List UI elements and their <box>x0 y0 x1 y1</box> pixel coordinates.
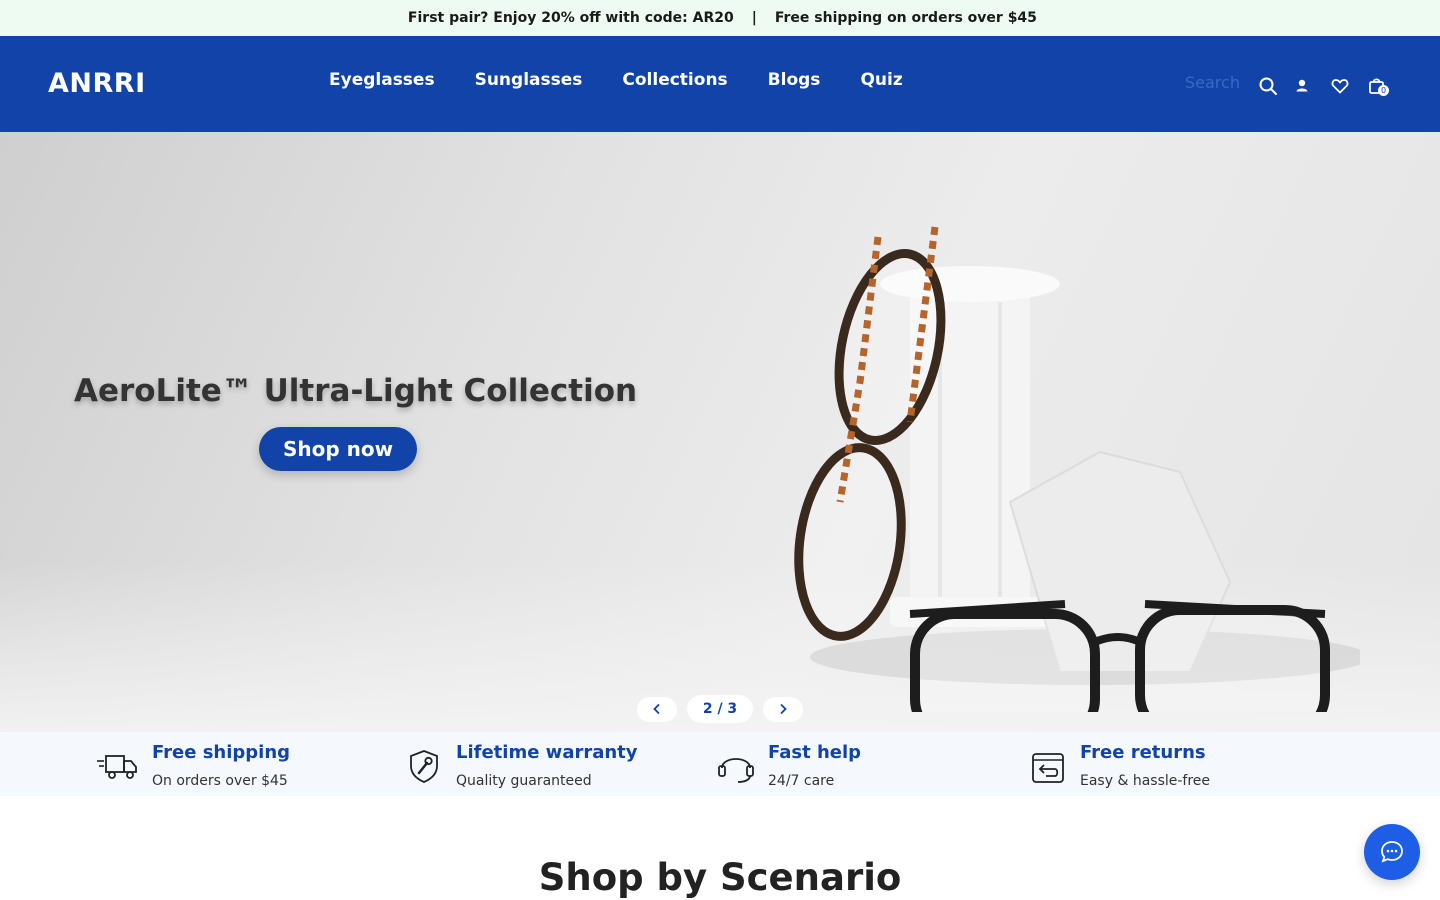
headset-icon <box>718 758 754 783</box>
shipping-text: Free shipping on orders over $45 <box>774 10 1037 26</box>
return-box-icon <box>1032 753 1064 783</box>
nav-sunglasses[interactable]: Sunglasses <box>475 70 583 90</box>
section-title: Shop by Scenario <box>538 856 902 899</box>
slide-pager: 2 / 3 <box>637 695 803 723</box>
slide-prev-button[interactable] <box>637 696 677 722</box>
chat-button[interactable] <box>1364 824 1420 880</box>
search-area <box>1185 73 1251 92</box>
search-icon[interactable] <box>1258 76 1278 96</box>
shield-wrench-icon <box>410 750 438 783</box>
heart-icon[interactable] <box>1330 76 1350 96</box>
shop-now-button[interactable]: Shop now <box>259 427 417 471</box>
account-icon[interactable] <box>1292 76 1312 96</box>
logo[interactable]: ANRRI <box>48 68 146 99</box>
feature-title: Free shipping <box>152 742 291 763</box>
announcement-separator: | <box>751 10 757 26</box>
hero-banner[interactable]: AeroLite™ Ultra-Light Collection Shop no… <box>0 132 1440 732</box>
feature-title: Lifetime warranty <box>456 742 638 763</box>
nav-collections[interactable]: Collections <box>622 70 727 90</box>
nav-blogs[interactable]: Blogs <box>768 70 821 90</box>
hero-title: AeroLite™ Ultra-Light Collection <box>74 373 638 409</box>
chevron-left-icon <box>653 703 660 715</box>
search-input[interactable] <box>1185 73 1251 92</box>
feature-title: Free returns <box>1080 742 1206 763</box>
feature-subtitle: Easy & hassle-free <box>1080 773 1211 789</box>
chat-bubble-icon <box>1381 841 1403 863</box>
chevron-right-icon <box>780 703 787 715</box>
slide-next-button[interactable] <box>763 696 803 722</box>
features-strip: Free shipping On orders over $45 Lifetim… <box>0 732 1440 796</box>
truck-icon <box>97 755 137 779</box>
nav-eyeglasses[interactable]: Eyeglasses <box>329 70 435 90</box>
cart-count-badge: 0 <box>1378 85 1389 96</box>
feature-subtitle: 24/7 care <box>768 773 835 789</box>
feature-subtitle: On orders over $45 <box>152 773 288 789</box>
main-nav: Eyeglasses Sunglasses Collections Blogs … <box>329 70 903 90</box>
announcement-bar: ​ First pair? Enjoy 20% off with code: A… <box>0 0 1440 36</box>
hero-glasses-image <box>794 226 1360 712</box>
slide-counter: 2 / 3 <box>687 695 753 723</box>
feature-title: Fast help <box>768 742 862 763</box>
promo-text: ​ First pair? Enjoy 20% off with code: A… <box>403 10 734 26</box>
nav-quiz[interactable]: Quiz <box>860 70 902 90</box>
cart-button[interactable]: 0 <box>1367 76 1389 96</box>
site-header: ANRRI Eyeglasses Sunglasses Collections … <box>0 36 1440 132</box>
feature-subtitle: Quality guaranteed <box>456 773 592 789</box>
